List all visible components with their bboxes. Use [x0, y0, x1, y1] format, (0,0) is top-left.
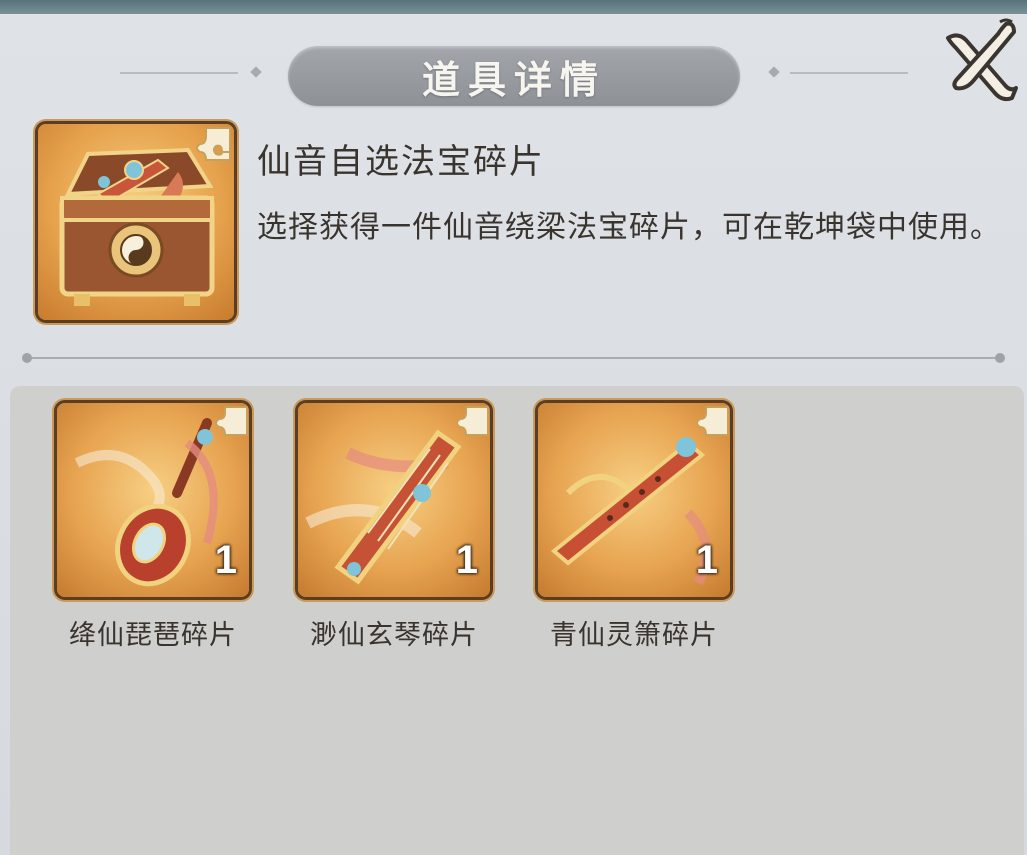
divider-dot-left: [22, 353, 32, 363]
reward-option[interactable]: 1 青仙灵箫碎片: [536, 403, 732, 652]
close-button[interactable]: [940, 18, 1022, 102]
close-icon: [946, 18, 1018, 102]
top-background-strip: [0, 0, 1027, 14]
reward-icon[interactable]: 1: [57, 403, 249, 597]
reward-option[interactable]: 1 绛仙琵琶碎片: [55, 403, 251, 652]
reward-icon[interactable]: 1: [298, 403, 490, 597]
item-description: 选择获得一件仙音绕梁法宝碎片，可在乾坤袋中使用。: [257, 210, 1001, 245]
section-divider: [28, 357, 1000, 359]
reward-quantity: 1: [214, 538, 237, 582]
title-decoration-left: [120, 72, 238, 74]
title-bar: 道具详情: [288, 46, 740, 106]
reward-name: 青仙灵箫碎片: [550, 620, 718, 651]
reward-name: 绛仙琵琶碎片: [69, 620, 237, 651]
treasure-chest-icon: [59, 127, 231, 306]
reward-quantity: 1: [695, 538, 718, 582]
item-icon: [38, 124, 234, 320]
divider-dot-right: [995, 353, 1005, 363]
item-name: 仙音自选法宝碎片: [257, 142, 545, 182]
title-decoration-right: [790, 72, 908, 74]
reward-icon[interactable]: 1: [538, 403, 730, 597]
page-title: 道具详情: [421, 56, 606, 102]
reward-quantity: 1: [455, 538, 478, 582]
reward-name: 渺仙玄琴碎片: [310, 620, 478, 651]
reward-option[interactable]: 1 渺仙玄琴碎片: [296, 403, 492, 652]
